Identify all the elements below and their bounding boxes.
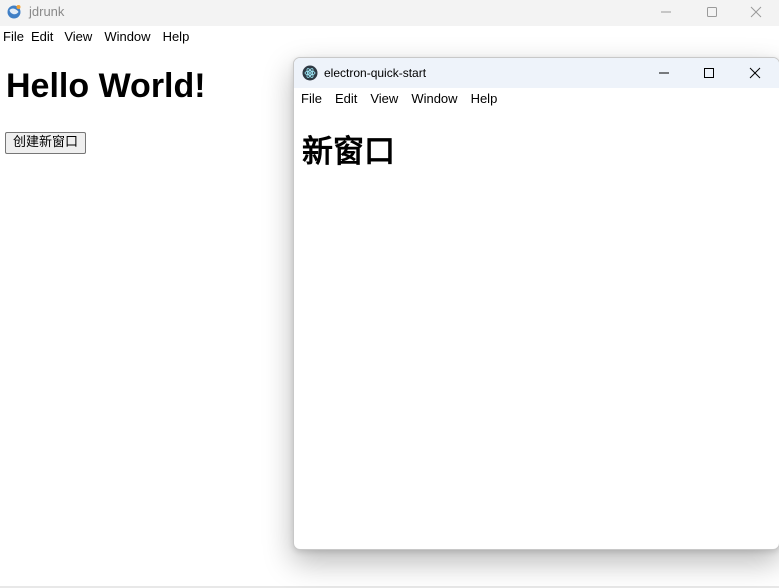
app-logo-icon: [6, 4, 22, 20]
page-heading: Hello World!: [6, 67, 206, 105]
minimize-button[interactable]: [643, 0, 689, 24]
child-minimize-button[interactable]: [641, 58, 687, 88]
child-menu-window[interactable]: Window: [411, 89, 457, 109]
minimize-icon: [659, 72, 669, 74]
child-titlebar[interactable]: electron-quick-start: [294, 58, 779, 88]
child-window-title: electron-quick-start: [324, 66, 427, 80]
child-menu-view[interactable]: View: [370, 89, 398, 109]
close-button[interactable]: [733, 0, 779, 24]
menu-window[interactable]: Window: [104, 26, 150, 48]
close-icon: [749, 67, 761, 79]
create-window-button[interactable]: 创建新窗口: [5, 132, 87, 154]
menu-view[interactable]: View: [64, 26, 92, 48]
menu-edit[interactable]: Edit: [31, 26, 53, 48]
child-menu-file[interactable]: File: [301, 89, 322, 109]
maximize-button[interactable]: [689, 0, 735, 24]
main-titlebar[interactable]: jdrunk: [0, 0, 779, 26]
maximize-icon: [707, 7, 717, 17]
maximize-icon: [704, 68, 714, 78]
menu-help[interactable]: Help: [163, 26, 190, 48]
window-title: jdrunk: [29, 4, 65, 19]
electron-icon: [302, 65, 318, 81]
child-maximize-button[interactable]: [686, 58, 732, 88]
menu-file[interactable]: File: [3, 26, 24, 48]
close-icon: [750, 6, 762, 18]
child-menu-help[interactable]: Help: [471, 89, 498, 109]
child-close-button[interactable]: [732, 58, 778, 88]
child-menubar: File Edit View Window Help: [294, 89, 779, 109]
child-window[interactable]: electron-quick-start File Edit View Wind…: [293, 57, 779, 550]
main-menubar: File Edit View Window Help: [0, 26, 779, 48]
child-page-heading: 新窗口: [302, 134, 395, 170]
child-menu-edit[interactable]: Edit: [335, 89, 357, 109]
minimize-icon: [661, 11, 671, 13]
